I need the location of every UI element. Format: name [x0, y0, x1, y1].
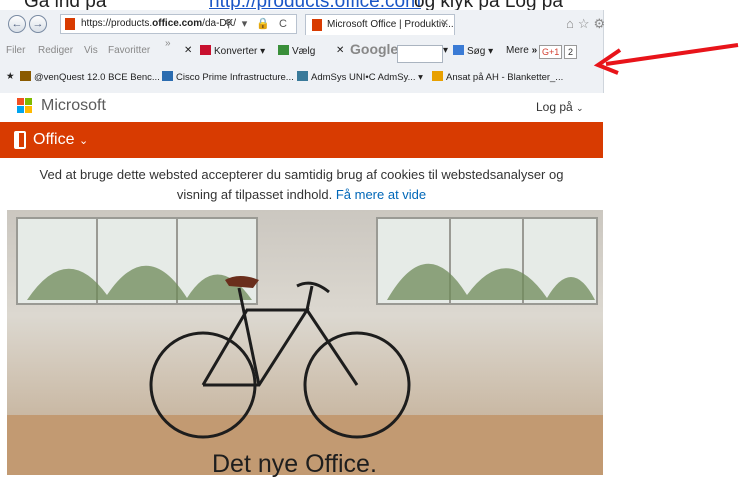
plus-one-count: 2 [564, 45, 578, 59]
close-toolbar-icon[interactable]: ✕ [184, 45, 192, 56]
menu-favoritter[interactable]: Favoritter [108, 45, 150, 56]
convert-button[interactable]: Konverter ▾ [200, 45, 265, 57]
menu-vis[interactable]: Vis [84, 45, 98, 56]
google-plus-one-button[interactable]: G+1 [539, 45, 563, 59]
chevron-more-icon[interactable]: » [165, 38, 171, 49]
favorite-item-2[interactable]: Cisco Prime Infrastructure... [162, 71, 294, 83]
learn-more-link[interactable]: Få mere at vide [336, 187, 426, 202]
google-dropdown-icon[interactable]: ▾ [443, 45, 448, 56]
favorite-item-1[interactable]: @venQuest 12.0 BCE Benc... [20, 71, 160, 83]
more-button[interactable]: Mere » [506, 45, 537, 56]
close-google-icon[interactable]: ✕ [336, 45, 344, 56]
microsoft-header: Microsoft Log på ⌄ [0, 93, 603, 122]
address-tools-icon[interactable]: ⚲ ▾ 🔒 C [225, 17, 290, 30]
google-search-input[interactable] [397, 45, 443, 63]
address-url: https://products.office.com/da-DK/ [81, 18, 237, 29]
office-menu-button[interactable]: Office ⌄ [33, 131, 88, 149]
office-favicon-icon [65, 18, 75, 30]
hero-illustration [7, 217, 603, 475]
microsoft-logo-icon[interactable] [17, 98, 33, 114]
chevron-down-icon: ⌄ [576, 103, 584, 113]
back-icon[interactable]: ← [8, 15, 26, 33]
command-bar: Filer Rediger Vis Favoritter » ✕ Konvert… [0, 38, 603, 63]
cookie-text-line2: visning af tilpasset indhold. Få mere at… [176, 187, 427, 202]
red-arrow-icon [593, 43, 739, 75]
address-bar[interactable]: https://products.office.com/da-DK/ ⚲ ▾ 🔒… [60, 14, 297, 34]
favorites-star-icon[interactable]: ★ [6, 71, 15, 82]
favorites-bar: ★ @venQuest 12.0 BCE Benc... Cisco Prime… [0, 66, 603, 88]
office-logo-icon[interactable] [14, 131, 26, 149]
close-tab-icon[interactable]: ✕ [441, 18, 449, 29]
select-button[interactable]: Vælg [278, 45, 315, 57]
hero-image [7, 210, 603, 475]
home-star-gear-icons[interactable]: ⌂☆⚙ [566, 16, 609, 32]
cookie-text-line1: Ved at bruge dette websted accepterer du… [39, 167, 564, 182]
tab-title: Microsoft Office | Produktiv... [327, 19, 454, 30]
office-nav-bar: Office ⌄ [0, 122, 603, 158]
favorite-item-3[interactable]: AdmSys UNI•C AdmSy... ▾ [297, 71, 423, 83]
cookie-notice: Ved at bruge dette websted accepterer du… [0, 158, 603, 210]
microsoft-brand[interactable]: Microsoft [41, 97, 106, 115]
google-logo: Google [350, 41, 399, 57]
favorite-item-4[interactable]: Ansat på AH - Blanketter_... [432, 71, 563, 83]
login-button[interactable]: Log på ⌄ [536, 100, 584, 114]
menu-filer[interactable]: Filer [6, 45, 25, 56]
chevron-down-icon: ⌄ [78, 135, 89, 147]
forward-icon[interactable]: → [29, 15, 47, 33]
search-button[interactable]: Søg ▾ [453, 45, 493, 57]
office-tab-icon [312, 19, 322, 31]
browser-tab[interactable]: Microsoft Office | Produktiv... ✕ [305, 14, 455, 35]
browser-chrome: ← → https://products.office.com/da-DK/ ⚲… [0, 10, 605, 93]
menu-rediger[interactable]: Rediger [38, 45, 73, 56]
